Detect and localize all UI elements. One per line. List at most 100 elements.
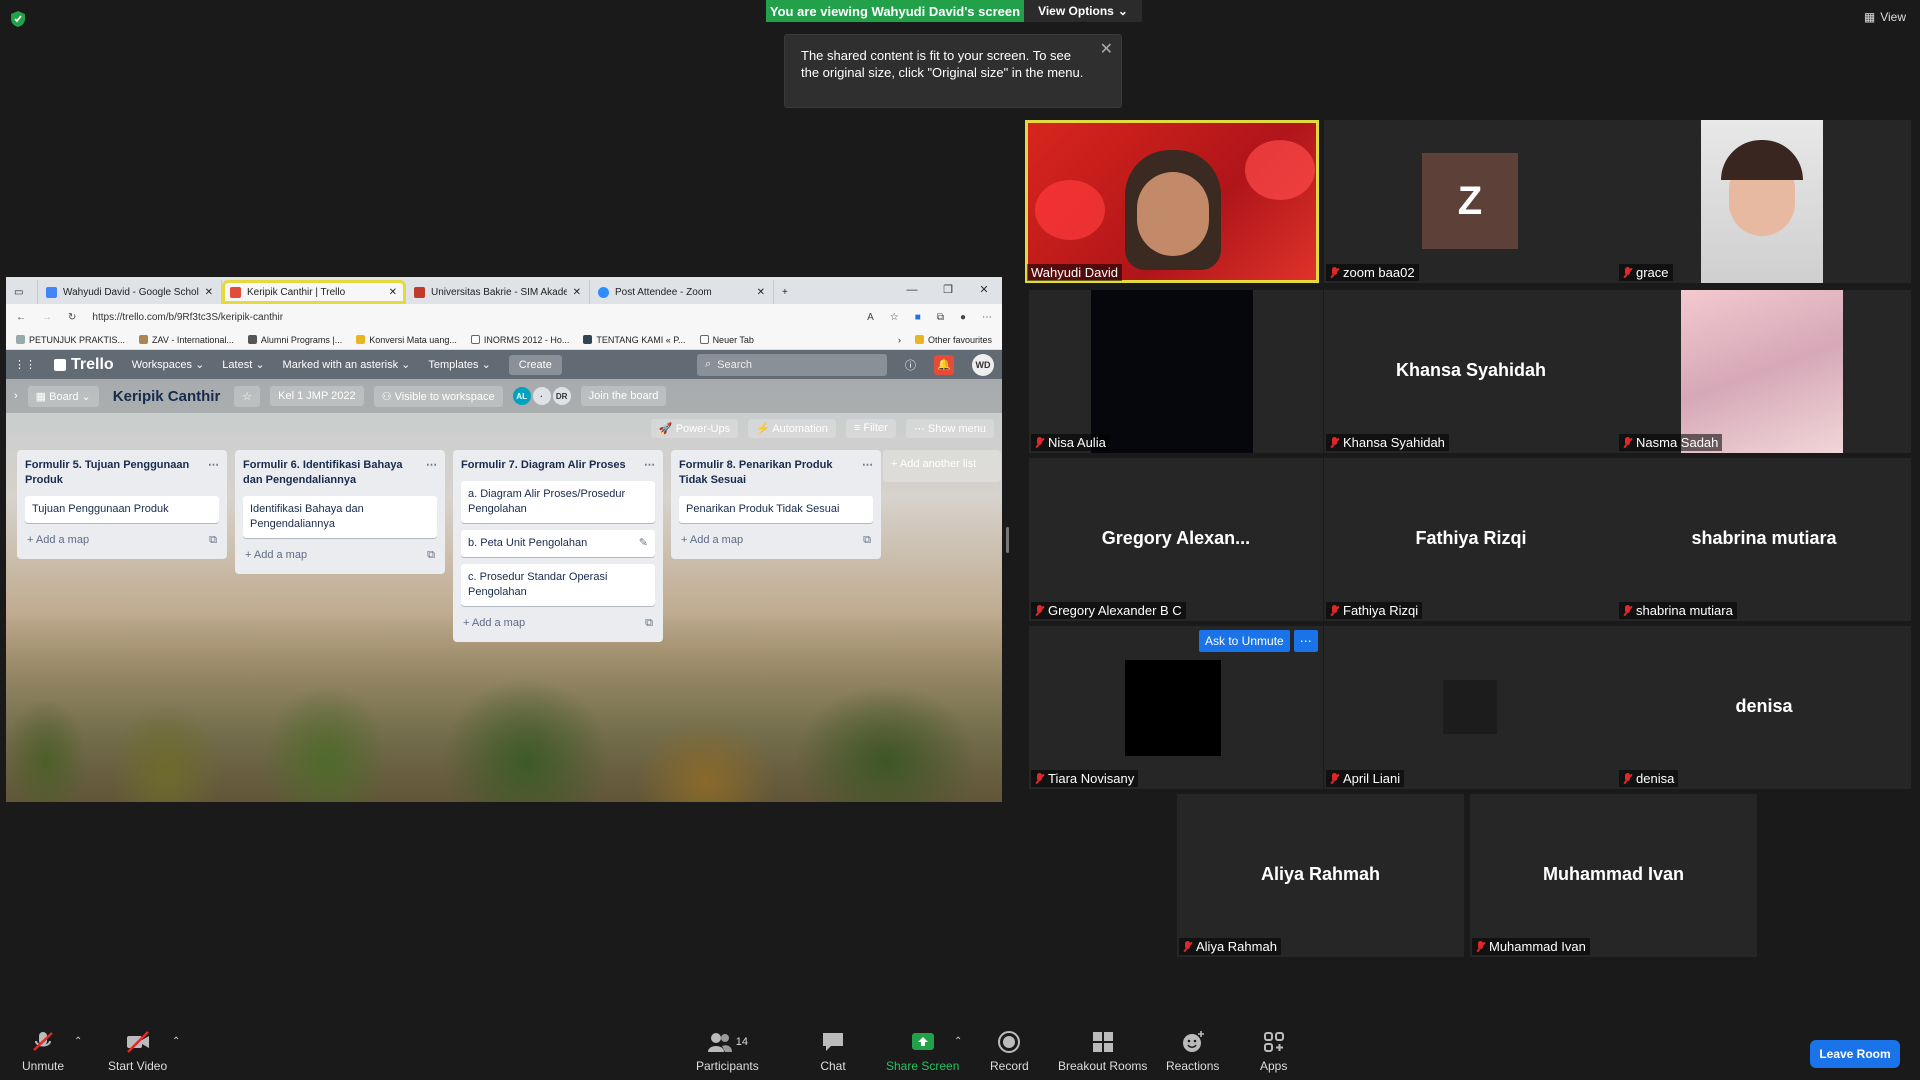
card[interactable]: Tujuan Penggunaan Produk xyxy=(25,496,219,523)
video-tile[interactable]: Gregory Alexan... Gregory Alexander B C xyxy=(1029,458,1323,621)
nav-workspaces[interactable]: Workspaces ⌄ xyxy=(132,358,205,371)
workspace-button[interactable]: Kel 1 JMP 2022 xyxy=(270,386,364,406)
new-tab-icon[interactable]: + xyxy=(774,280,804,304)
start-video-button[interactable]: Start Video xyxy=(108,1030,167,1073)
list-title[interactable]: Formulir 5. Tujuan Penggunaan Produk ⋯ xyxy=(25,458,219,488)
add-card-button[interactable]: + Add a map ⧉ xyxy=(243,545,437,566)
video-tile[interactable]: shabrina mutiara shabrina mutiara xyxy=(1617,458,1911,621)
read-aloud-icon[interactable]: A xyxy=(867,312,874,323)
close-icon[interactable]: ✕ xyxy=(389,287,397,298)
more-icon[interactable]: ⋯ xyxy=(982,312,992,323)
bookmarks-overflow-icon[interactable]: › xyxy=(898,335,901,345)
restore-icon[interactable]: ❐ xyxy=(930,277,966,304)
automation-button[interactable]: ⚡ Automation xyxy=(748,419,836,438)
close-icon[interactable]: ✕ xyxy=(757,287,765,298)
bookmark[interactable]: Konversi Mata uang... xyxy=(356,335,457,345)
add-card-button[interactable]: + Add a map ⧉ xyxy=(25,530,219,551)
ask-to-unmute-button[interactable]: Ask to Unmute xyxy=(1199,630,1290,652)
bookmark-folder[interactable]: Other favourites xyxy=(914,335,992,345)
create-button[interactable]: Create xyxy=(508,354,562,375)
back-icon[interactable]: ← xyxy=(16,312,26,323)
star-icon[interactable]: ☆ xyxy=(234,385,261,407)
video-tile[interactable]: Aliya Rahmah Aliya Rahmah xyxy=(1177,794,1464,957)
more-options-button[interactable]: ⋯ xyxy=(1293,630,1318,652)
sidebar-toggle-icon[interactable]: › xyxy=(14,390,18,402)
bookmark[interactable]: ZAV - International... xyxy=(139,335,234,345)
list-title[interactable]: Formulir 8. Penarikan Produk Tidak Sesua… xyxy=(679,458,873,488)
trello-logo[interactable]: Trello xyxy=(54,356,114,374)
bookmark[interactable]: Alumni Programs |... xyxy=(247,335,342,345)
chevron-up-icon[interactable]: ⌃ xyxy=(172,1036,180,1047)
reload-icon[interactable]: ↻ xyxy=(68,312,76,323)
browser-tab[interactable]: Universitas Bakrie - SIM Akadem ✕ xyxy=(406,280,590,304)
apps-button[interactable]: Apps xyxy=(1260,1030,1287,1073)
more-icon[interactable]: ⋯ xyxy=(208,458,219,473)
collections-icon[interactable]: ⧉ xyxy=(937,312,944,323)
splitter-handle[interactable] xyxy=(1006,527,1009,553)
video-tile-active-speaker[interactable]: Wahyudi David xyxy=(1025,120,1319,283)
nav-starred[interactable]: Marked with an asterisk ⌄ xyxy=(283,358,411,371)
filter-button[interactable]: ≡ Filter xyxy=(845,419,896,438)
add-card-button[interactable]: + Add a map ⧉ xyxy=(461,613,655,634)
close-icon[interactable]: ✕ xyxy=(573,287,581,298)
bookmark[interactable]: TENTANG KAMI « P... xyxy=(583,335,686,345)
breakout-rooms-button[interactable]: Breakout Rooms xyxy=(1058,1030,1147,1073)
board-view-select[interactable]: ▦ Board ⌄ xyxy=(27,385,99,407)
add-list-button[interactable]: + Add another list xyxy=(883,450,1001,482)
card[interactable]: b. Peta Unit Pengolahan ✎ xyxy=(461,530,655,557)
unmute-button[interactable]: Unmute xyxy=(22,1030,64,1073)
forward-icon[interactable]: → xyxy=(42,312,52,323)
nav-templates[interactable]: Templates ⌄ xyxy=(428,358,490,371)
bookmark[interactable]: INORMS 2012 - Ho... xyxy=(470,335,569,345)
member-avatar[interactable]: AL xyxy=(512,387,531,405)
edit-icon[interactable]: ✎ xyxy=(639,536,648,551)
join-board-button[interactable]: Join the board xyxy=(580,386,667,406)
close-icon[interactable]: ✕ xyxy=(1100,41,1113,58)
video-tile[interactable]: Fathiya Rizqi Fathiya Rizqi xyxy=(1324,458,1618,621)
card[interactable]: Penarikan Produk Tidak Sesuai xyxy=(679,496,873,523)
extension-icon[interactable]: ■ xyxy=(915,312,921,323)
template-icon[interactable]: ⧉ xyxy=(427,549,435,562)
view-options-button[interactable]: View Options ⌄ xyxy=(1024,0,1142,22)
minimize-icon[interactable]: — xyxy=(894,277,930,304)
participants-button[interactable]: 14 Participants xyxy=(696,1030,759,1073)
url-field[interactable]: https://trello.com/b/9Rf3tc3S/keripik-ca… xyxy=(92,312,851,323)
info-icon[interactable]: ⓘ xyxy=(905,357,916,373)
member-avatar[interactable]: · xyxy=(532,387,551,405)
bookmark[interactable]: Neuer Tab xyxy=(699,335,754,345)
add-card-button[interactable]: + Add a map ⧉ xyxy=(679,530,873,551)
member-avatar[interactable]: DR xyxy=(552,387,571,405)
chevron-up-icon[interactable]: ⌃ xyxy=(954,1036,962,1047)
more-icon[interactable]: ⋯ xyxy=(862,458,873,473)
profile-icon[interactable]: ● xyxy=(960,312,966,323)
video-tile[interactable]: Khansa Syahidah Khansa Syahidah xyxy=(1324,290,1618,453)
board-title[interactable]: Keripik Canthir xyxy=(109,388,225,405)
bookmark[interactable]: PETUNJUK PRAKTIS... xyxy=(16,335,125,345)
list-title[interactable]: Formulir 6. Identifikasi Bahaya dan Peng… xyxy=(243,458,437,488)
power-ups-button[interactable]: 🚀 Power-Ups xyxy=(650,419,739,438)
close-icon[interactable]: ✕ xyxy=(205,287,213,298)
nav-latest[interactable]: Latest ⌄ xyxy=(222,358,264,371)
card[interactable]: Identifikasi Bahaya dan Pengendaliannya xyxy=(243,496,437,538)
more-icon[interactable]: ⋯ xyxy=(426,458,437,473)
reactions-button[interactable]: Reactions xyxy=(1166,1030,1219,1073)
card[interactable]: c. Prosedur Standar Operasi Pengolahan xyxy=(461,564,655,606)
security-shield-icon[interactable] xyxy=(10,10,28,30)
shared-screen[interactable]: ▭ Wahyudi David - Google Scholar ✕ Keripi… xyxy=(6,277,1002,802)
notifications-icon[interactable]: 🔔 xyxy=(934,354,954,375)
video-tile[interactable]: grace xyxy=(1617,120,1911,283)
browser-tab[interactable]: Wahyudi David - Google Scholar ✕ xyxy=(38,280,222,304)
template-icon[interactable]: ⧉ xyxy=(209,534,217,547)
template-icon[interactable]: ⧉ xyxy=(863,534,871,547)
video-tile[interactable]: Nasma Sadah xyxy=(1617,290,1911,453)
record-button[interactable]: Record xyxy=(990,1030,1029,1073)
card[interactable]: a. Diagram Alir Proses/Prosedur Pengolah… xyxy=(461,481,655,523)
more-icon[interactable]: ⋯ xyxy=(644,458,655,473)
video-tile[interactable]: Z zoom baa02 xyxy=(1324,120,1618,283)
visibility-button[interactable]: ⚇ Visible to workspace xyxy=(373,385,503,407)
show-menu-button[interactable]: ⋯ Show menu xyxy=(905,419,994,438)
video-tile[interactable]: Muhammad Ivan Muhammad Ivan xyxy=(1470,794,1757,957)
tab-actions-icon[interactable]: ▭ xyxy=(6,280,38,304)
search-input[interactable]: ⌕ Search xyxy=(697,353,887,376)
list-title[interactable]: Formulir 7. Diagram Alir Proses ⋯ xyxy=(461,458,655,473)
